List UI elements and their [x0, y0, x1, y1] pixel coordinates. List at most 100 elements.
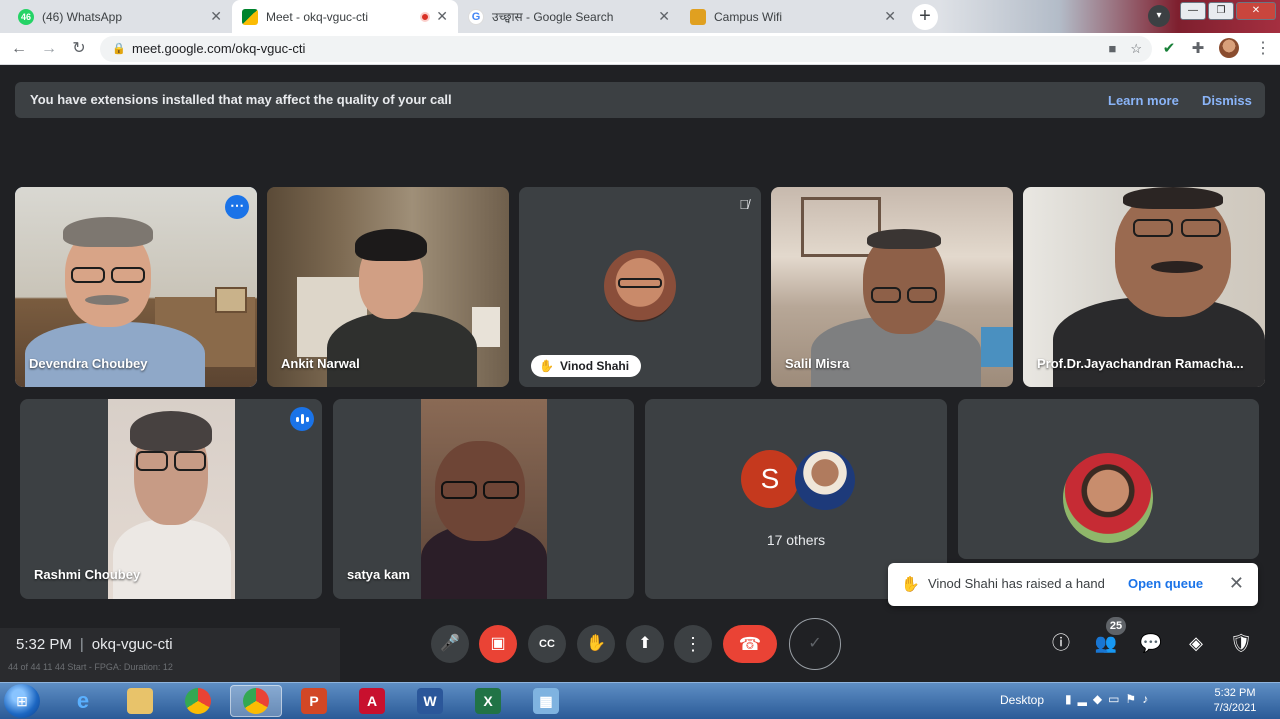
microphone-icon[interactable]: 🎤: [431, 625, 469, 663]
taskbar-acrobat[interactable]: A: [346, 685, 398, 717]
close-tab-icon[interactable]: ✕: [884, 8, 896, 25]
window-controls: — ❐ ✕: [1180, 2, 1276, 20]
participant-name: Devendra Choubey: [29, 356, 148, 371]
participant-tile-satya[interactable]: satya kam: [333, 399, 634, 599]
close-window-button[interactable]: ✕: [1236, 2, 1276, 20]
check-extension-icon[interactable]: ✔: [1158, 38, 1180, 60]
acrobat-icon: A: [359, 688, 385, 714]
camera-off-icon[interactable]: ▣: [479, 625, 517, 663]
tab-title: Meet - okq-vguc-cti: [266, 9, 369, 24]
mic-off-icon: 🎙̸: [739, 197, 749, 212]
flag-icon[interactable]: ⚑: [1125, 692, 1142, 706]
participant-tile-salil[interactable]: Salil Misra: [771, 187, 1013, 387]
participant-tile-ankit[interactable]: Ankit Narwal: [267, 187, 509, 387]
tab-search-icon[interactable]: ▾: [1148, 5, 1170, 27]
tab-meet[interactable]: Meet - okq-vguc-cti ✕: [232, 0, 458, 33]
leave-call-button[interactable]: ☎: [723, 625, 777, 663]
participant-tile-rashmi[interactable]: Rashmi Choubey: [20, 399, 322, 599]
raised-hand-notification: ✋ Vinod Shahi has raised a hand Open que…: [888, 563, 1258, 606]
network-icon[interactable]: ◆: [1093, 692, 1108, 706]
taskbar-chrome[interactable]: [172, 685, 224, 717]
internet-explorer-icon: e: [76, 688, 90, 713]
activities-icon[interactable]: ◈: [1183, 630, 1209, 656]
tab-campus-wifi[interactable]: Campus Wifi ✕: [680, 0, 906, 33]
browser-toolbar: ← → ↻ 🔒 meet.google.com/okq-vguc-cti ■ ☆…: [0, 33, 1280, 65]
video-feed: [421, 399, 547, 599]
meeting-details-icon[interactable]: ⓘ: [1048, 630, 1074, 656]
speaking-indicator-icon: [290, 407, 314, 431]
tab-google-search[interactable]: G उच्छ्वास - Google Search ✕: [458, 0, 680, 33]
taskbar-control-panel[interactable]: ▦: [520, 685, 572, 717]
chrome-icon: [243, 688, 269, 714]
participant-tile-self[interactable]: [958, 399, 1259, 559]
participant-tile-vinod[interactable]: 🎙̸ ✋ Vinod Shahi: [519, 187, 761, 387]
profile-avatar[interactable]: [1219, 38, 1239, 58]
desktop-toolbar-label[interactable]: Desktop: [1000, 693, 1044, 707]
action-circle-icon[interactable]: ✓: [789, 618, 841, 670]
participant-name: satya kam: [347, 567, 410, 582]
participant-name: Prof.Dr.Jayachandran Ramacha...: [1037, 356, 1244, 371]
present-screen-icon[interactable]: ⬆: [626, 625, 664, 663]
usb-icon[interactable]: ▮: [1065, 692, 1078, 706]
chrome-icon: [185, 688, 211, 714]
bookmark-star-icon[interactable]: ☆: [1130, 36, 1142, 62]
taskbar-file-explorer[interactable]: [114, 685, 166, 717]
taskbar-chrome-active[interactable]: [230, 685, 282, 717]
whatsapp-icon: 46: [18, 8, 34, 25]
close-tab-icon[interactable]: ✕: [436, 8, 448, 25]
tab-strip: 46 (46) WhatsApp ✕ Meet - okq-vguc-cti ✕…: [0, 0, 1280, 33]
taskbar-powerpoint[interactable]: P: [288, 685, 340, 717]
address-bar[interactable]: 🔒 meet.google.com/okq-vguc-cti ■ ☆: [100, 36, 1152, 62]
url-text: meet.google.com/okq-vguc-cti: [132, 41, 306, 56]
close-tab-icon[interactable]: ✕: [658, 8, 670, 25]
taskbar-word[interactable]: W: [404, 685, 456, 717]
maximize-button[interactable]: ❐: [1208, 2, 1234, 20]
chat-icon[interactable]: 💬: [1138, 630, 1164, 656]
raise-hand-icon[interactable]: ✋: [577, 625, 615, 663]
participant-avatar: [604, 250, 676, 322]
more-options-icon[interactable]: ⋮: [674, 625, 712, 663]
wifi-site-icon: [690, 8, 706, 25]
control-panel-icon: ▦: [533, 688, 559, 714]
background-overlay-text: 44 of 44 11 44 Start - FPGA: Duration: 1…: [8, 662, 173, 672]
start-button[interactable]: ⊞: [4, 684, 40, 718]
display-icon[interactable]: ▭: [1108, 692, 1125, 706]
powerpoint-icon: P: [301, 688, 327, 714]
close-icon[interactable]: ✕: [1229, 573, 1244, 594]
participant-name: Ankit Narwal: [281, 356, 360, 371]
folder-icon: [127, 688, 153, 714]
volume-icon[interactable]: ♪: [1142, 692, 1154, 706]
learn-more-link[interactable]: Learn more: [1108, 93, 1179, 108]
participant-avatar: [795, 450, 855, 510]
new-tab-button[interactable]: +: [912, 4, 938, 30]
participant-tile-devendra[interactable]: ⋯ Devendra Choubey: [15, 187, 257, 387]
participant-tile-jayachandran[interactable]: Prof.Dr.Jayachandran Ramacha...: [1023, 187, 1265, 387]
system-clock[interactable]: 5:32 PM 7/3/2021: [1210, 686, 1260, 716]
participant-avatar-letter: S: [741, 450, 799, 508]
more-options-icon[interactable]: ⋯: [225, 195, 249, 219]
meeting-clock: 5:32 PM | okq-vguc-cti: [16, 636, 173, 653]
tab-whatsapp[interactable]: 46 (46) WhatsApp ✕: [8, 0, 232, 33]
reload-icon[interactable]: ↻: [68, 38, 90, 60]
browser-menu-icon[interactable]: ⋮: [1255, 38, 1271, 58]
extensions-puzzle-icon[interactable]: ✚: [1187, 38, 1209, 60]
dismiss-button[interactable]: Dismiss: [1202, 93, 1252, 108]
meeting-code[interactable]: okq-vguc-cti: [92, 636, 173, 653]
back-icon[interactable]: ←: [8, 38, 30, 60]
tab-title: Campus Wifi: [714, 9, 783, 24]
word-icon: W: [417, 688, 443, 714]
captions-icon[interactable]: CC: [528, 625, 566, 663]
camera-icon[interactable]: ■: [1108, 36, 1116, 62]
host-controls-icon[interactable]: 🛡: [1228, 630, 1254, 656]
open-queue-button[interactable]: Open queue: [1128, 576, 1203, 591]
minimize-button[interactable]: —: [1180, 2, 1206, 20]
meeting-time: 5:32 PM: [16, 636, 72, 653]
participant-avatar: [1063, 453, 1153, 543]
close-tab-icon[interactable]: ✕: [210, 8, 222, 25]
taskbar-internet-explorer[interactable]: e: [57, 685, 109, 717]
signal-icon[interactable]: ▂: [1078, 692, 1093, 706]
clock-date: 7/3/2021: [1213, 702, 1257, 714]
forward-icon[interactable]: →: [38, 38, 60, 60]
taskbar-excel[interactable]: X: [462, 685, 514, 717]
excel-icon: X: [475, 688, 501, 714]
